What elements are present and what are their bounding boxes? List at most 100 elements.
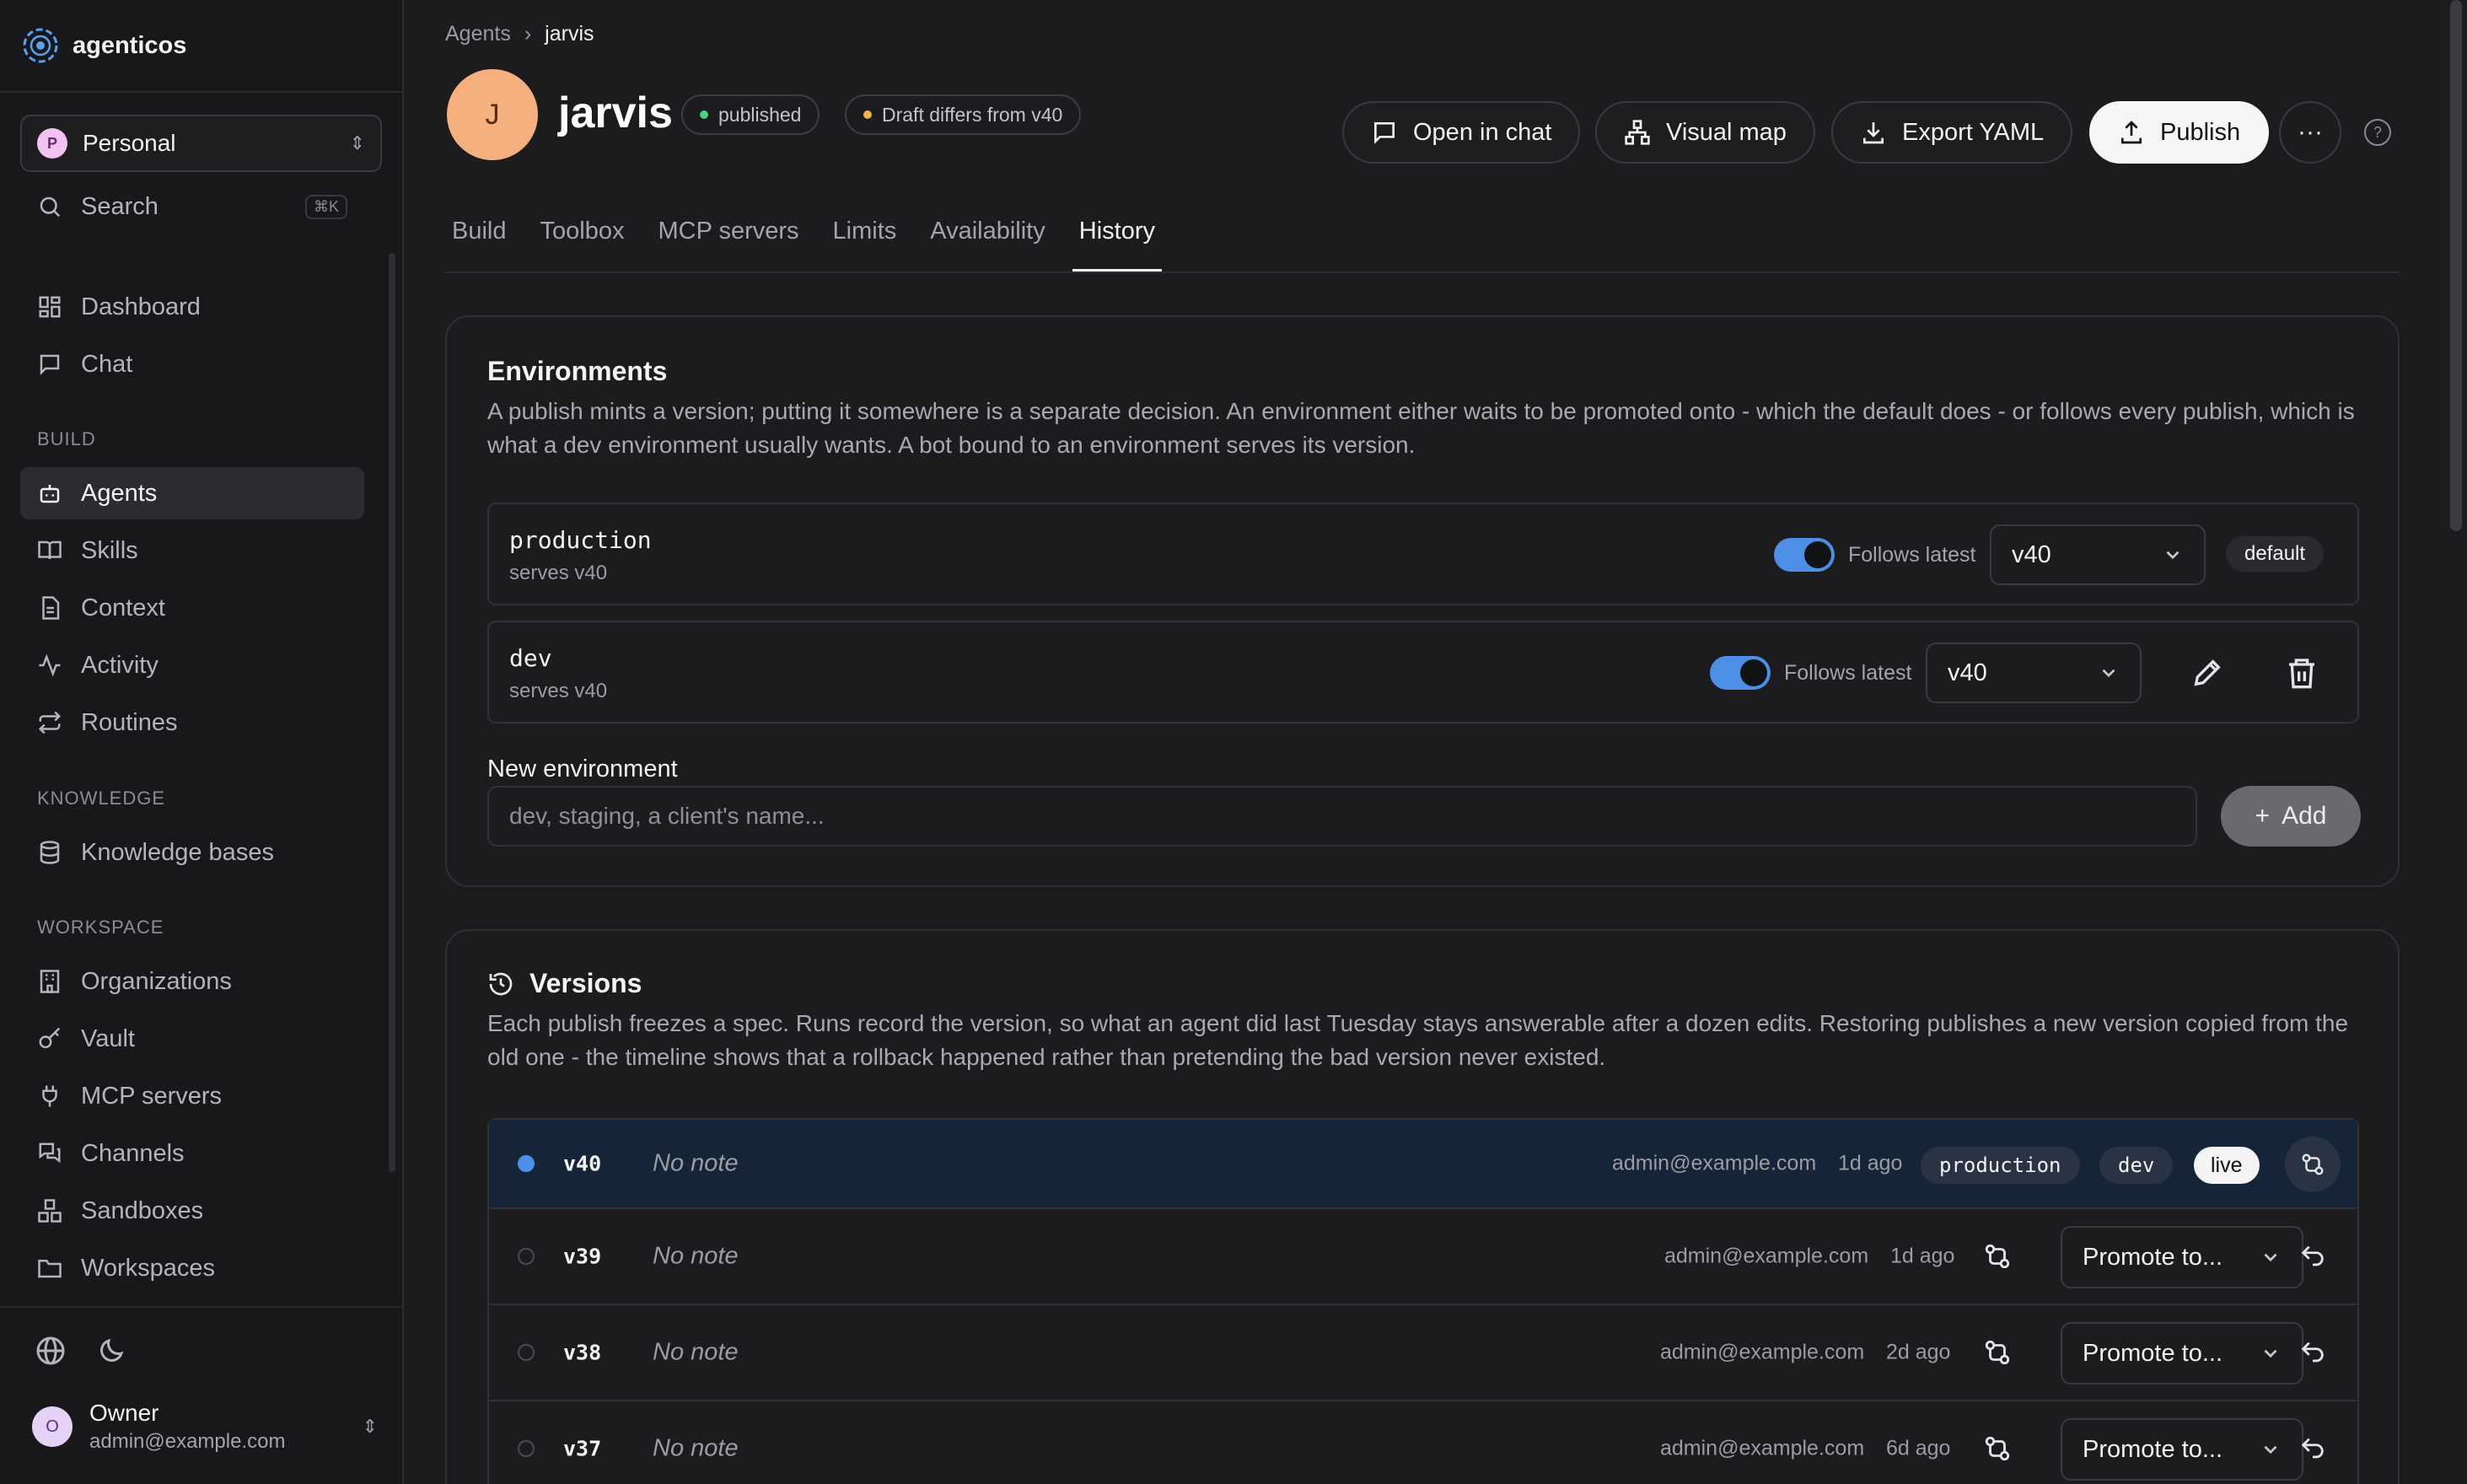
versions-heading: Versions — [487, 968, 642, 999]
sidebar-item-label: Sandboxes — [81, 1196, 204, 1224]
promote-select[interactable]: Promote to... — [2061, 1418, 2303, 1481]
sidebar-item-mcp-servers[interactable]: MCP servers — [20, 1070, 364, 1122]
visual-map-button[interactable]: Visual map — [1595, 101, 1815, 164]
help-icon[interactable]: ? — [2364, 119, 2391, 146]
page-title: jarvis — [558, 89, 673, 137]
version-select[interactable]: v40 — [1990, 524, 2206, 585]
key-icon — [39, 1027, 61, 1049]
chevron-up-down-icon: ⇕ — [349, 132, 365, 153]
tab-limits[interactable]: Limits — [826, 218, 924, 271]
follows-latest-toggle[interactable] — [1710, 656, 1771, 690]
version-author: admin@example.com — [1660, 1436, 1865, 1460]
globe-icon[interactable] — [35, 1336, 66, 1366]
breadcrumb-current: jarvis — [545, 22, 594, 46]
sidebar-item-label: Vault — [81, 1024, 135, 1052]
chevron-down-icon — [2102, 669, 2115, 678]
git-compare-icon[interactable] — [1983, 1338, 2012, 1367]
version-number: v37 — [563, 1436, 602, 1461]
activity-icon — [39, 653, 61, 677]
sidebar-scrollbar[interactable] — [389, 253, 395, 1172]
chevron-right-icon: › — [524, 22, 532, 46]
chevron-up-down-icon: ⇕ — [362, 1416, 378, 1437]
sidebar-item-routines[interactable]: Routines — [20, 696, 364, 749]
version-author: admin@example.com — [1664, 1244, 1869, 1268]
draft-badge: Draft differs from v40 — [845, 94, 1082, 135]
sidebar-item-skills[interactable]: Skills — [20, 524, 364, 577]
user-menu[interactable]: O Owner admin@example.com ⇕ — [32, 1400, 378, 1454]
page-scrollbar[interactable] — [2450, 0, 2462, 531]
export-yaml-label: Export YAML — [1902, 118, 2045, 146]
publish-button[interactable]: Publish — [2089, 101, 2270, 164]
pencil-icon[interactable] — [2190, 656, 2224, 690]
version-row-v39[interactable]: v39 No note admin@example.com 1d ago Pro… — [489, 1209, 2357, 1305]
sidebar-item-label: Workspaces — [81, 1254, 216, 1282]
promote-select[interactable]: Promote to... — [2061, 1322, 2303, 1385]
bot-icon — [40, 485, 60, 503]
folder-icon — [38, 1260, 62, 1278]
version-row-v37[interactable]: v37 No note admin@example.com 6d ago Pro… — [489, 1401, 2357, 1484]
breadcrumb-parent[interactable]: Agents — [445, 22, 511, 46]
sidebar-item-context[interactable]: Context — [20, 582, 364, 634]
version-row-v40[interactable]: v40 No note admin@example.com 1d ago pro… — [489, 1120, 2357, 1209]
git-compare-icon — [2302, 1153, 2324, 1175]
default-badge: default — [2226, 536, 2325, 572]
tab-build[interactable]: Build — [445, 218, 534, 271]
open-in-chat-button[interactable]: Open in chat — [1342, 101, 1581, 164]
sidebar-item-sandboxes[interactable]: Sandboxes — [20, 1185, 364, 1237]
brand[interactable]: agenticos — [22, 27, 186, 64]
sidebar-item-vault[interactable]: Vault — [20, 1013, 364, 1065]
version-select[interactable]: v40 — [1926, 643, 2142, 703]
git-compare-icon[interactable] — [1983, 1434, 2012, 1463]
sidebar-item-channels[interactable]: Channels — [20, 1127, 364, 1180]
promote-select-label: Promote to... — [2083, 1243, 2223, 1271]
tab-history[interactable]: History — [1072, 218, 1182, 272]
new-environment-label: New environment — [487, 755, 678, 782]
follows-latest-label: Follows latest — [1848, 543, 1976, 567]
more-horizontal-icon: ··· — [2298, 118, 2323, 146]
sidebar: agenticos P Personal ⇕ Search ⌘K Dashboa… — [0, 0, 404, 1484]
sidebar-item-label: Context — [81, 594, 165, 621]
undo-icon[interactable] — [2298, 1338, 2327, 1367]
sidebar-item-chat[interactable]: Chat — [20, 338, 364, 390]
sidebar-item-knowledge-bases[interactable]: Knowledge bases — [20, 826, 364, 879]
tab-toolbox[interactable]: Toolbox — [534, 218, 652, 271]
search-nav[interactable]: Search ⌘K — [20, 180, 364, 233]
tab-availability[interactable]: Availability — [923, 218, 1072, 271]
sidebar-item-label: Knowledge bases — [81, 838, 274, 866]
undo-icon[interactable] — [2298, 1242, 2327, 1271]
follows-latest-toggle[interactable] — [1774, 538, 1835, 572]
sidebar-item-activity[interactable]: Activity — [20, 639, 364, 691]
boxes-icon — [38, 1199, 62, 1223]
compare-button[interactable] — [2285, 1137, 2341, 1192]
sidebar-item-dashboard[interactable]: Dashboard — [20, 281, 364, 333]
sidebar-item-workspaces[interactable]: Workspaces — [20, 1242, 364, 1294]
tab-mcp-servers[interactable]: MCP servers — [651, 218, 825, 271]
status-badge: published — [681, 94, 820, 135]
visual-map-label: Visual map — [1666, 118, 1787, 146]
sidebar-item-label: Channels — [81, 1139, 185, 1167]
export-yaml-button[interactable]: Export YAML — [1831, 101, 2073, 164]
git-compare-icon[interactable] — [1983, 1242, 2012, 1271]
agent-tabs: Build Toolbox MCP servers Limits Availab… — [445, 218, 1182, 272]
undo-icon[interactable] — [2298, 1434, 2327, 1463]
environment-name: dev — [509, 644, 552, 672]
add-environment-button[interactable]: + Add — [2221, 786, 2361, 847]
plus-icon: + — [2255, 802, 2271, 830]
moon-icon[interactable] — [96, 1336, 126, 1366]
search-shortcut: ⌘K — [304, 194, 347, 219]
trash-icon[interactable] — [2285, 656, 2319, 690]
more-options-button[interactable]: ··· — [2279, 101, 2341, 164]
user-name: Owner — [89, 1400, 159, 1426]
open-in-chat-label: Open in chat — [1413, 118, 1552, 146]
section-build: BUILD — [37, 428, 96, 449]
version-note: No note — [653, 1242, 739, 1270]
environment-row-production: production serves v40 Follows latest v40… — [487, 503, 2359, 605]
version-row-v38[interactable]: v38 No note admin@example.com 2d ago Pro… — [489, 1305, 2357, 1401]
workspace-switcher[interactable]: P Personal ⇕ — [20, 115, 382, 172]
sidebar-item-agents[interactable]: Agents — [20, 467, 364, 519]
new-environment-input[interactable]: dev, staging, a client's name... — [487, 786, 2197, 847]
promote-select-label: Promote to... — [2083, 1435, 2223, 1463]
promote-select[interactable]: Promote to... — [2061, 1226, 2303, 1288]
sidebar-item-organizations[interactable]: Organizations — [20, 955, 364, 1008]
chevron-down-icon — [2264, 1349, 2277, 1358]
